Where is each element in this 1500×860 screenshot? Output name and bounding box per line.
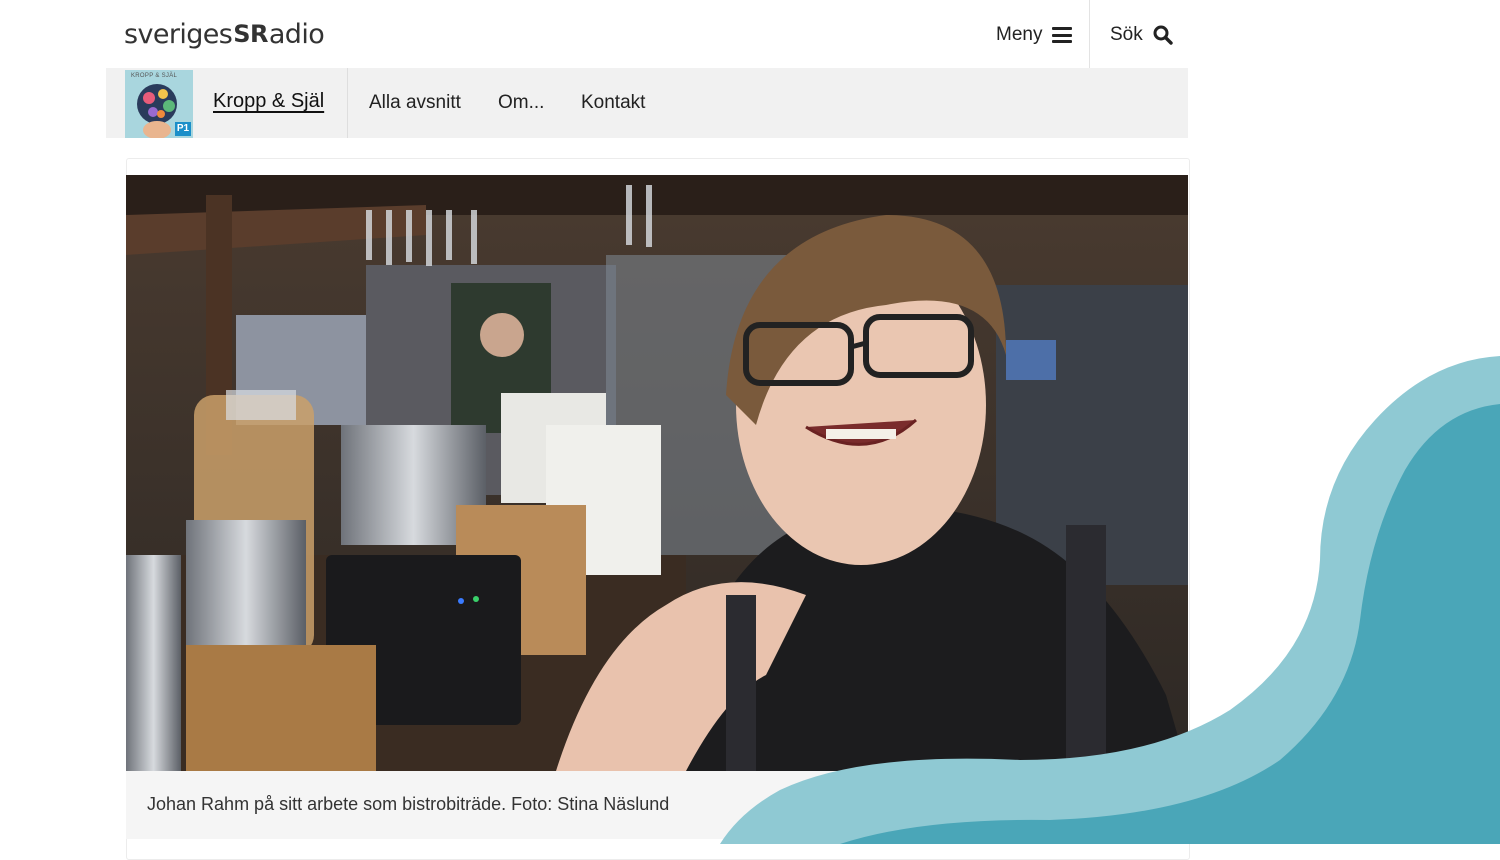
photo-caption-bar: Johan Rahm på sitt arbete som bistrobitr… [126, 771, 1188, 839]
bistro-photo [126, 175, 1188, 771]
program-nav-divider [347, 68, 348, 138]
site-header: sveriges SR adio Meny Sök [106, 0, 1188, 68]
search-icon [1153, 25, 1173, 45]
sveriges-radio-logo[interactable]: sveriges SR adio [124, 14, 325, 54]
search-label: Sök [1110, 24, 1143, 45]
logo-mark: SR [233, 20, 268, 48]
program-nav: KROPP & SJÄL P1 Kropp & Själ Alla avsnit… [106, 68, 1188, 138]
article-photo[interactable] [126, 175, 1188, 771]
header-divider [1089, 0, 1090, 68]
search-button[interactable]: Sök [1110, 20, 1173, 50]
program-logo-image[interactable]: KROPP & SJÄL P1 [125, 70, 193, 138]
nav-about[interactable]: Om... [498, 92, 544, 114]
menu-label: Meny [996, 24, 1043, 45]
nav-all-episodes[interactable]: Alla avsnitt [369, 92, 461, 114]
program-image-text: KROPP & SJÄL [131, 73, 178, 79]
p1-badge: P1 [175, 122, 191, 136]
photo-caption: Johan Rahm på sitt arbete som bistrobitr… [147, 794, 670, 814]
menu-button[interactable]: Meny [996, 20, 1073, 50]
nav-contact[interactable]: Kontakt [581, 92, 645, 114]
logo-text-right: adio [268, 18, 325, 50]
logo-text-left: sveriges [124, 18, 233, 50]
program-title-link[interactable]: Kropp & Själ [213, 90, 324, 113]
hamburger-icon [1052, 27, 1073, 43]
